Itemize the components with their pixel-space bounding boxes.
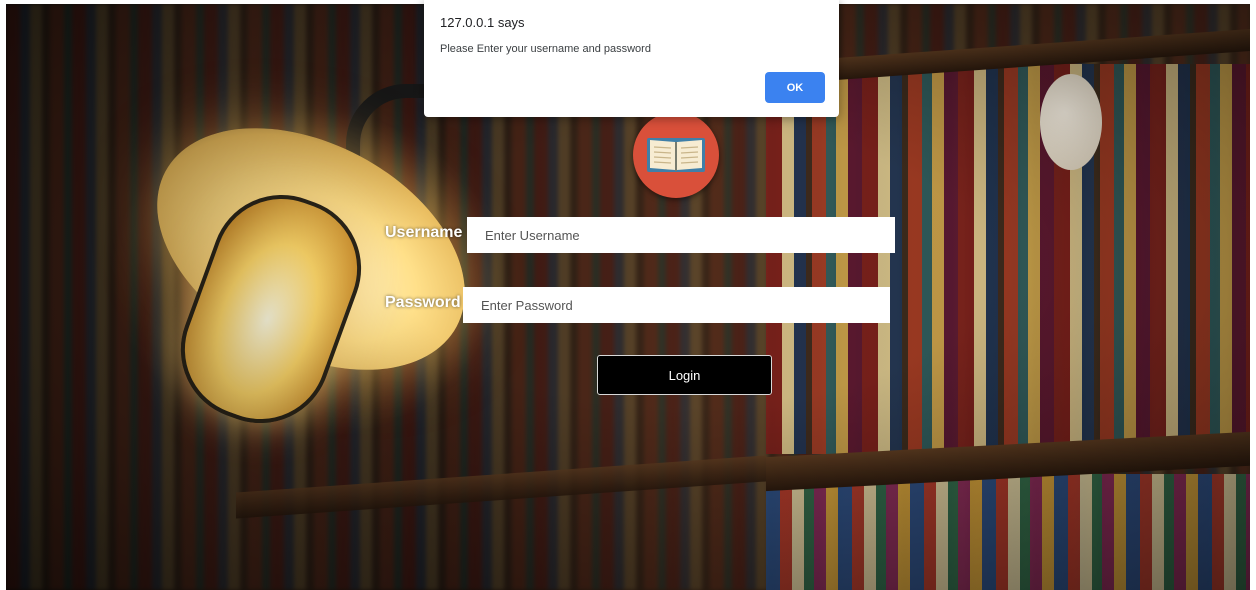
password-label: Password [385, 294, 461, 311]
login-button[interactable]: Login [597, 355, 772, 395]
username-label: Username [385, 224, 463, 241]
dialog-title: 127.0.0.1 says [440, 15, 525, 30]
username-input[interactable] [467, 217, 895, 253]
dialog-message: Please Enter your username and password [440, 43, 651, 55]
dialog-ok-button[interactable]: OK [765, 72, 825, 103]
alert-dialog: 127.0.0.1 says Please Enter your usernam… [424, 0, 839, 117]
password-input[interactable] [463, 287, 890, 323]
open-book-icon [647, 138, 705, 172]
logo [633, 112, 719, 198]
